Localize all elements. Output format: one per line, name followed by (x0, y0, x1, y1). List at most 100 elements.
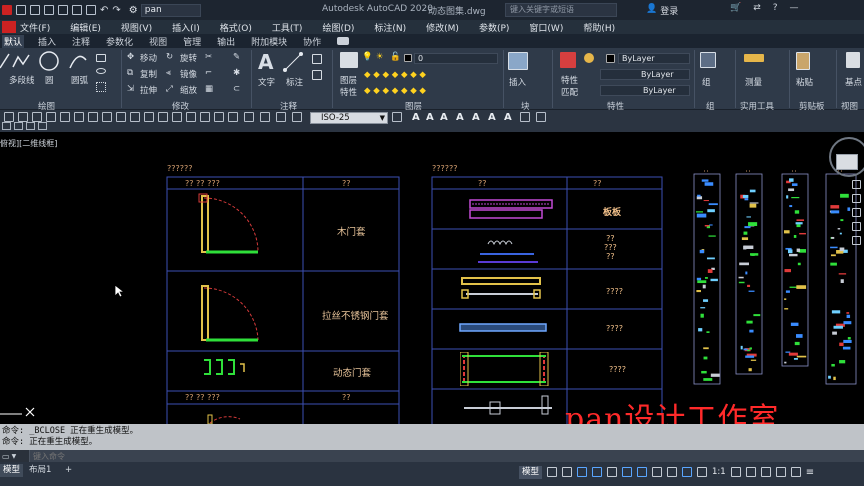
dim-ordinate-icon[interactable] (46, 112, 56, 122)
group-label[interactable]: 组 (702, 76, 711, 88)
fillet-icon[interactable]: ⌐ (205, 68, 212, 78)
clean-screen-icon[interactable] (790, 467, 801, 477)
login-link[interactable]: 登录 (660, 4, 678, 17)
auto-scale-icon[interactable] (697, 467, 708, 477)
dim-angular-icon[interactable] (102, 112, 112, 122)
dim-diameter-icon[interactable] (88, 112, 98, 122)
find-text-icon[interactable]: A (456, 112, 464, 123)
scale-text-icon[interactable]: A (488, 112, 496, 123)
workspace-select[interactable]: pan (140, 3, 201, 17)
dim-baseline-icon[interactable] (130, 112, 140, 122)
dim-style-icon[interactable] (292, 112, 302, 122)
open-file-icon[interactable] (30, 5, 40, 15)
tab-view[interactable]: 视图 (147, 35, 169, 48)
dimstyle-dropdown[interactable]: ISO-25 ▼ (310, 112, 388, 124)
measure-icon[interactable] (744, 54, 764, 62)
group-icon[interactable] (700, 52, 716, 68)
stretch-icon[interactable]: ⇲ (127, 84, 134, 94)
menu-app-icon[interactable] (2, 21, 16, 33)
text-frame-icon[interactable] (536, 112, 546, 122)
multiline-text-icon[interactable]: A (412, 112, 420, 123)
text-icon[interactable]: A (258, 50, 273, 74)
dim-text-edit-icon[interactable] (260, 112, 270, 122)
menu-window[interactable]: 窗口(W) (529, 21, 563, 34)
command-input[interactable] (30, 451, 330, 461)
match-properties-label-bottom[interactable]: 匹配 (561, 86, 578, 98)
dim-break-icon[interactable] (172, 112, 182, 122)
menu-draw[interactable]: 绘图(D) (322, 21, 354, 34)
gear-icon[interactable] (730, 467, 741, 477)
table-icon[interactable] (312, 70, 322, 80)
dim-linear-icon[interactable] (4, 112, 14, 122)
menu-modify[interactable]: 修改(M) (426, 21, 459, 34)
tab-output[interactable]: 输出 (215, 35, 237, 48)
layout-tab-layout1[interactable]: 布局1 (26, 464, 54, 477)
ellipse-icon[interactable] (96, 68, 106, 74)
login-area[interactable]: 👤 登录 (646, 4, 678, 17)
model-space-button[interactable]: 模型 (519, 465, 543, 479)
justify-text-icon[interactable]: A (504, 112, 512, 123)
tab-collaborate[interactable]: 协作 (301, 35, 323, 48)
menu-file[interactable]: 文件(F) (20, 21, 50, 34)
paste-icon[interactable] (796, 52, 810, 70)
dim-radius-icon[interactable] (60, 112, 70, 122)
customize-menu-icon[interactable]: ≡ (806, 467, 814, 478)
save-icon[interactable] (44, 5, 54, 15)
layer-tool-icons[interactable]: ◆ ◆ ◆ ◆ ◆ ◆ ◆ (364, 70, 426, 80)
menu-edit[interactable]: 编辑(E) (70, 21, 101, 34)
tab-addins[interactable]: 附加模块 (249, 35, 289, 48)
quick-dim-icon[interactable] (116, 112, 126, 122)
tolerance-icon[interactable] (186, 112, 196, 122)
add-layout-button[interactable]: + (62, 464, 75, 477)
object-snap-icon[interactable] (637, 467, 648, 477)
polyline-label[interactable]: 多段线 (9, 74, 35, 86)
lineweight-dropdown[interactable]: ByLayer (600, 85, 690, 96)
minimize-icon[interactable]: — (790, 3, 799, 13)
pan-icon[interactable] (852, 194, 861, 203)
viewport-label[interactable]: 俯视][二维线框] (0, 138, 57, 149)
ribbon-toggle-icon[interactable] (337, 37, 350, 45)
tab-insert[interactable]: 插入 (36, 35, 58, 48)
jogged-linear-icon[interactable] (228, 112, 238, 122)
snap-icon[interactable] (562, 467, 573, 477)
layer-properties-label-2[interactable]: 特性 (340, 86, 357, 98)
color-dropdown[interactable]: ByLayer (618, 53, 690, 64)
tab-manage[interactable]: 管理 (181, 35, 203, 48)
insert-label[interactable]: 插入 (509, 76, 526, 88)
transparency-icon[interactable] (667, 467, 678, 477)
cart-icon[interactable]: 🛒 (730, 3, 741, 13)
plus-icon[interactable] (745, 467, 756, 477)
insert-block-icon[interactable] (508, 52, 528, 70)
menu-help[interactable]: 帮助(H) (583, 21, 615, 34)
edit-text-icon[interactable]: A (440, 112, 448, 123)
new-file-icon[interactable] (16, 5, 26, 15)
base-view-icon[interactable] (846, 52, 860, 68)
mini-tool-icon[interactable] (26, 122, 35, 130)
dim-continue-icon[interactable] (144, 112, 154, 122)
dim-arc-icon[interactable] (32, 112, 42, 122)
stretch-label[interactable]: 拉伸 (140, 84, 157, 96)
ortho-icon[interactable] (577, 467, 588, 477)
array-icon[interactable]: ▦ (205, 84, 213, 94)
move-label[interactable]: 移动 (140, 52, 157, 64)
text-style-icon[interactable]: A (472, 112, 480, 123)
dim-aligned-icon[interactable] (18, 112, 28, 122)
layout-tab-model[interactable]: 模型 (0, 464, 24, 477)
dimension-icon[interactable] (283, 52, 303, 72)
tab-annotate[interactable]: 注释 (70, 35, 92, 48)
color-wheel-icon[interactable] (584, 53, 594, 63)
center-mark-icon[interactable] (200, 112, 210, 122)
menu-dimension[interactable]: 标注(N) (374, 21, 406, 34)
arc-icon[interactable] (68, 52, 88, 70)
mirror-icon[interactable]: ⫷ (166, 68, 171, 78)
lock-icon[interactable]: 🔓 (390, 52, 401, 62)
mini-tool-icon[interactable] (14, 122, 23, 130)
offset-icon[interactable]: ⊂ (233, 84, 240, 94)
hardware-accel-icon[interactable] (775, 467, 786, 477)
polar-icon[interactable] (592, 467, 603, 477)
undo-icon[interactable]: ↶ (100, 5, 108, 16)
dimstyle-manager-icon[interactable] (392, 112, 402, 122)
match-properties-label-top[interactable]: 特性 (561, 74, 578, 86)
layer-properties-icon[interactable] (340, 52, 358, 68)
search-input[interactable]: 键入关键字或短语 (505, 3, 617, 17)
